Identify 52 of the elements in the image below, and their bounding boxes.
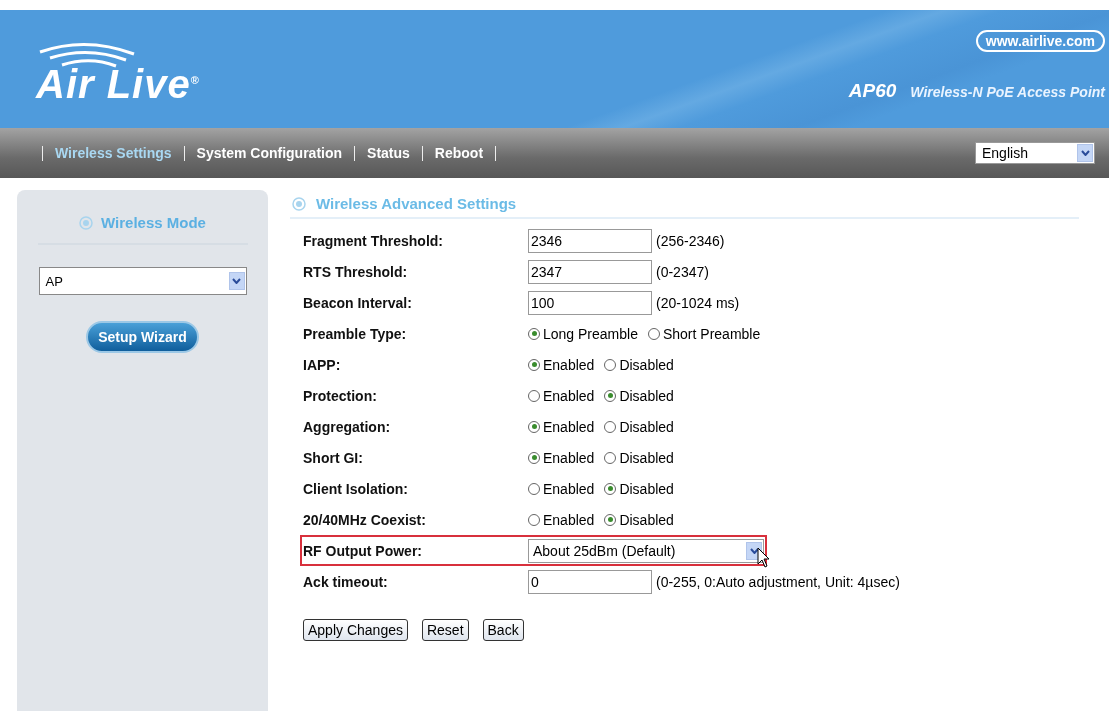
form-button[interactable]: Back — [482, 619, 524, 641]
range-hint: (0-2347) — [656, 263, 709, 280]
target-icon — [79, 215, 94, 230]
target-icon — [292, 196, 306, 211]
field-label: Fragment Threshold: — [303, 232, 444, 249]
field-label: Short GI: — [303, 449, 364, 466]
form-button[interactable]: Apply Changes — [303, 619, 408, 641]
radio-option[interactable]: Long Preamble — [528, 325, 638, 342]
radio-option[interactable]: Disabled — [604, 480, 674, 497]
field-label: Beacon Interval: — [303, 294, 413, 311]
field-label: RTS Threshold: — [303, 263, 409, 280]
radio-option[interactable]: Disabled — [604, 418, 674, 435]
form-button[interactable]: Reset — [421, 619, 469, 641]
radio-option[interactable]: Enabled — [528, 356, 595, 373]
input-field[interactable]: 0 — [528, 569, 652, 594]
input-field[interactable]: 100 — [528, 290, 652, 315]
nav-tab[interactable]: System Configuration — [196, 145, 343, 161]
cursor-icon — [757, 547, 771, 569]
radio-option[interactable]: Disabled — [604, 356, 674, 373]
nav-tab[interactable]: Reboot — [434, 145, 484, 161]
model-name: AP60 — [848, 80, 897, 102]
setup-wizard-button[interactable]: Setup Wizard — [86, 321, 199, 353]
input-field[interactable]: 2347 — [528, 259, 652, 284]
power-select[interactable]: About 25dBm (Default) — [528, 538, 764, 563]
field-label: 20/40MHz Coexist: — [303, 511, 427, 528]
field-label: Aggregation: — [303, 418, 392, 435]
radio-option[interactable]: Enabled — [528, 449, 595, 466]
field-label: IAPP: — [303, 356, 342, 373]
radio-option[interactable]: Disabled — [604, 511, 674, 528]
field-label: Ack timeout: — [303, 573, 389, 590]
nav-tab[interactable]: Status — [367, 145, 410, 161]
field-label: RF Output Power: — [303, 542, 423, 559]
range-hint: (20-1024 ms) — [656, 294, 740, 311]
field-label: Client Isolation: — [303, 480, 409, 497]
mode-select[interactable]: AP — [38, 267, 247, 295]
field-label: Protection: — [303, 387, 378, 404]
radio-option[interactable]: Enabled — [528, 418, 595, 435]
logo: Air Live$^{®}$ — [36, 62, 200, 107]
language-select[interactable]: English — [975, 142, 1095, 164]
range-hint: (0-255, 0:Auto adjustment, Unit: 4µsec) — [656, 573, 900, 590]
product-name: Wireless-N PoE Access Point — [910, 84, 1105, 100]
input-field[interactable]: 2346 — [528, 228, 652, 253]
radio-option[interactable]: Short Preamble — [647, 325, 761, 342]
section-title: Wireless Advanced Settings — [316, 195, 517, 212]
range-hint: (256-2346) — [656, 232, 725, 249]
radio-option[interactable]: Disabled — [604, 449, 674, 466]
radio-option[interactable]: Enabled — [528, 387, 595, 404]
radio-option[interactable]: Disabled — [604, 387, 674, 404]
radio-option[interactable]: Enabled — [528, 511, 595, 528]
radio-option[interactable]: Enabled — [528, 480, 595, 497]
field-label: Preamble Type: — [303, 325, 408, 342]
sidebar-title: Wireless Mode — [101, 214, 206, 231]
